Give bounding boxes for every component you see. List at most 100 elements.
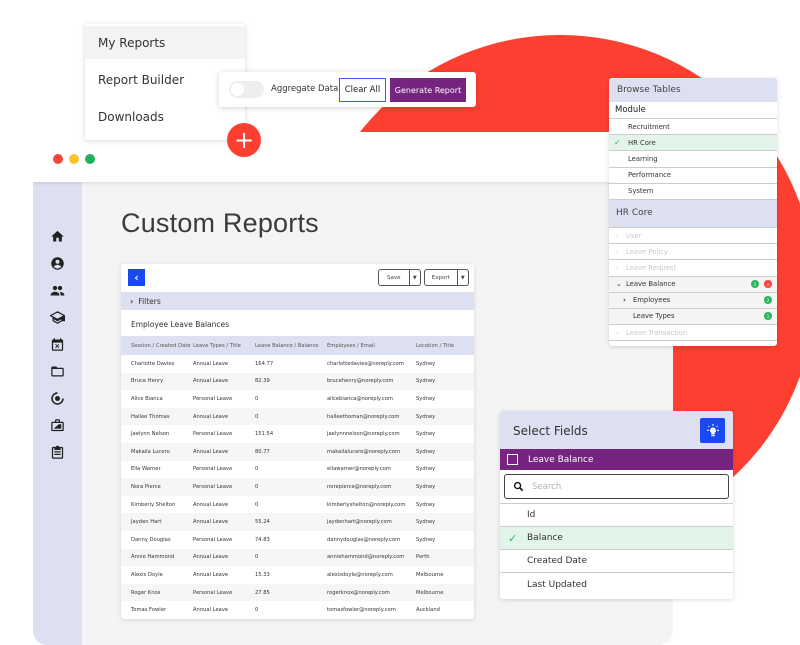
table-row[interactable]: Kimberly Shelton Annual Leave 0 kimberlyshe…	[121, 496, 474, 514]
email-cell: charlottedavies@noreply.com	[327, 360, 404, 367]
maximize-window-dot[interactable]	[85, 154, 95, 164]
chevron-right-icon[interactable]: ›	[616, 232, 626, 240]
location-cell: Sydney	[416, 360, 436, 367]
back-button[interactable]: ‹	[128, 269, 145, 286]
employee-name-cell: Tomas Fowler	[131, 607, 167, 614]
location-cell: Perth	[416, 548, 474, 567]
table-row[interactable]: Nora Pierce Personal Leave 0 norepierce@nor…	[121, 478, 474, 496]
field-item[interactable]: Created Date	[500, 550, 733, 573]
email-cell: alexisdoyle@noreply.com	[327, 571, 393, 578]
table-row[interactable]: Bruce Henry Annual Leave 82.39 brucehenry@n…	[121, 372, 474, 391]
table-row[interactable]: Makaila Lucero Annual Leave 80.77 makailalu…	[121, 442, 474, 461]
table-row[interactable]: Alice Bianca Personal Leave 0 alicebianca@n…	[121, 390, 474, 408]
count-badge: 1	[764, 312, 772, 321]
save-dropdown-caret-icon[interactable]: ▼	[410, 270, 420, 285]
people-icon[interactable]	[49, 282, 65, 298]
export-split-button[interactable]: Export ▼	[424, 269, 469, 286]
generate-report-button[interactable]: Generate Report	[390, 78, 466, 102]
table-tree-label: Leave Types	[633, 312, 675, 321]
column-header[interactable]: Leave Types / Title	[193, 336, 255, 355]
table-tree-item[interactable]: › Leave Transaction	[609, 325, 777, 342]
table-title: Employee Leave Balances	[131, 320, 230, 329]
module-item[interactable]: Learning	[609, 151, 777, 168]
table-tree: › User › Leave Policy › Leave Request ⌄ Leave B…	[609, 228, 777, 342]
table-row[interactable]: Ella Warner Personal Leave 0 ellawarner@nor…	[121, 461, 474, 479]
nav-item-my-reports[interactable]: My Reports	[85, 26, 245, 59]
column-header[interactable]: Location / Title	[416, 336, 474, 355]
minimize-window-dot[interactable]	[69, 154, 79, 164]
field-search	[504, 474, 729, 499]
close-window-dot[interactable]	[53, 154, 63, 164]
column-header[interactable]: Leave Balance / Balance	[255, 336, 327, 355]
field-item[interactable]: Id	[500, 504, 733, 527]
page-title: Custom Reports	[121, 208, 319, 238]
calendar-icon[interactable]	[49, 336, 65, 352]
table-tree-label: User	[626, 231, 642, 240]
table-row[interactable]: Tomas Fowler Annual Leave 0 tomasfowler@nor…	[121, 601, 474, 619]
module-item[interactable]: Recruitment	[609, 119, 777, 136]
balance-cell: 82.39	[255, 372, 327, 391]
module-item[interactable]: ✓ HR Core	[609, 135, 777, 152]
select-all-checkbox[interactable]	[507, 454, 518, 465]
hint-button[interactable]	[700, 418, 725, 443]
module-item-label: System	[628, 187, 654, 196]
table-tree-item[interactable]: Leave Types 1	[609, 308, 777, 326]
table-tree-item[interactable]: › Leave Policy	[609, 244, 777, 261]
export-button[interactable]: Export	[425, 270, 458, 285]
payroll-icon[interactable]	[49, 390, 65, 406]
employee-name-cell: Roger Knox	[121, 583, 193, 602]
module-item[interactable]: System	[609, 184, 777, 200]
chevron-down-icon[interactable]: ⌄	[616, 280, 626, 288]
briefcase-icon[interactable]	[49, 417, 65, 433]
export-dropdown-caret-icon[interactable]: ▼	[458, 270, 469, 285]
balance-cell: 0	[255, 501, 259, 508]
module-item-label: HR Core	[628, 138, 656, 147]
field-item-label: Id	[527, 510, 536, 520]
location-cell: Melbourne	[416, 571, 444, 578]
module-item-label: Recruitment	[628, 122, 670, 131]
table-row[interactable]: Hallee Thomas Annual Leave 0 halleethoman@n…	[121, 407, 474, 426]
field-search-input[interactable]	[532, 481, 702, 492]
table-row[interactable]: Jayden Hart Annual Leave 55.24 jaydenhart@n…	[121, 513, 474, 531]
column-header[interactable]: Session / Created Date	[121, 336, 193, 355]
aggregate-data-label: Aggregate Data	[271, 84, 339, 94]
add-report-button[interactable]: +	[227, 123, 261, 157]
table-tree-item[interactable]: › Leave Request	[609, 260, 777, 277]
table-tree-item[interactable]: › User	[609, 228, 777, 245]
remove-table-icon[interactable]: ×	[764, 280, 772, 289]
table-tree-label: Leave Balance	[626, 280, 676, 289]
field-group-leave-balance[interactable]: Leave Balance	[500, 449, 733, 470]
chevron-right-icon[interactable]: ›	[616, 264, 626, 272]
table-tree-item[interactable]: ⌄ Leave Balance 1 ×	[609, 276, 777, 293]
employee-name-cell: Makaila Lucero	[121, 442, 193, 461]
location-cell: Sydney	[416, 407, 474, 426]
table-row[interactable]: Jaelynn Nelson Personal Leave 151.54 jaelyn…	[121, 425, 474, 443]
clear-all-button[interactable]: Clear All	[339, 78, 386, 102]
lightbulb-icon	[706, 423, 719, 436]
filters-toggle[interactable]: › Filters	[121, 292, 474, 310]
chevron-right-icon[interactable]: ›	[616, 329, 626, 337]
clipboard-icon[interactable]	[49, 444, 65, 460]
folder-icon[interactable]	[49, 363, 65, 379]
column-header[interactable]: Employees / Email	[327, 336, 416, 355]
table-row[interactable]: Charlotte Davies Annual Leave 164.77 charlo…	[121, 355, 474, 373]
table-row[interactable]: Danny Douglas Personal Leave 74.83 dannydou…	[121, 531, 474, 549]
table-row[interactable]: Roger Knox Personal Leave 27.85 rogerknox@n…	[121, 583, 474, 602]
aggregate-data-toggle[interactable]	[229, 81, 264, 98]
user-icon[interactable]	[49, 255, 65, 271]
table-row[interactable]: Annie Hammond Annual Leave 0 anniehammond@n…	[121, 548, 474, 567]
field-item[interactable]: ✓ Balance	[500, 527, 733, 550]
save-button[interactable]: Save	[379, 270, 410, 285]
chevron-right-icon[interactable]: ›	[623, 296, 633, 304]
count-badge: 1	[751, 280, 759, 289]
field-item[interactable]: Last Updated	[500, 573, 733, 596]
graduation-cap-icon[interactable]	[49, 309, 65, 325]
chevron-right-icon[interactable]: ›	[616, 248, 626, 256]
count-badge: 2	[764, 296, 772, 305]
module-item[interactable]: Performance	[609, 168, 777, 184]
table-tree-item[interactable]: › Employees 2	[609, 292, 777, 309]
employee-name-cell: Danny Douglas	[131, 536, 171, 543]
table-row[interactable]: Alexis Doyle Annual Leave 15.33 alexisdoyle…	[121, 566, 474, 584]
home-icon[interactable]	[49, 228, 65, 244]
save-split-button[interactable]: Save ▼	[378, 269, 421, 286]
